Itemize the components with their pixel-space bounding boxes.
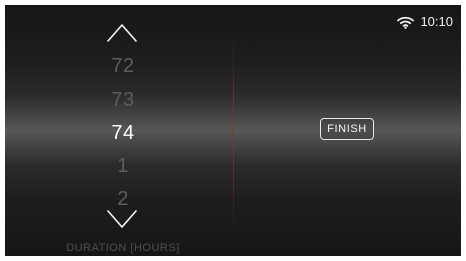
chevron-down-icon[interactable] [107,210,137,230]
wifi-icon [397,16,415,29]
vertical-divider [233,27,234,241]
picker-option[interactable]: 2 [61,188,185,210]
picker-option[interactable]: 73 [61,89,185,111]
app-screen: 10:10 72 73 74 1 2 DURATION [HOURS] FINI… [5,5,461,256]
finish-button[interactable]: FINISH [320,118,374,140]
picker-option[interactable]: 72 [61,55,185,77]
picker-selected-option[interactable]: 74 [61,122,185,144]
chevron-up-icon[interactable] [107,22,137,42]
picker-label: DURATION [HOURS] [66,242,180,254]
picker-option[interactable]: 1 [61,155,185,177]
status-bar: 10:10 [397,14,453,30]
status-time: 10:10 [420,14,453,29]
duration-picker[interactable]: 72 73 74 1 2 DURATION [HOURS] [61,15,185,255]
